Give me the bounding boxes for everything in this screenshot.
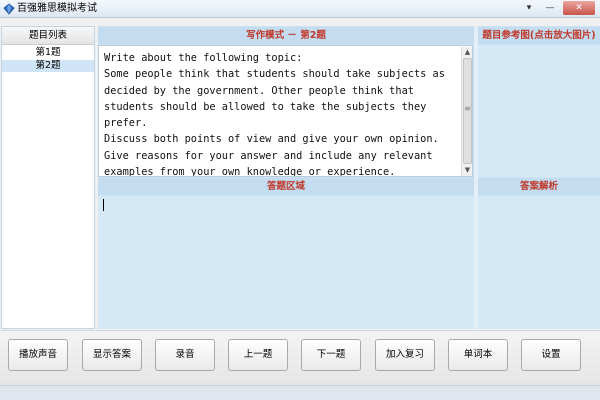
add-to-review-button[interactable]: 加入复习 <box>375 339 435 371</box>
answer-analysis-area <box>478 196 600 329</box>
close-button[interactable]: ✕ <box>563 1 595 15</box>
question-list-header: 题目列表 <box>2 27 94 45</box>
diamond-icon <box>3 3 15 15</box>
title-bar: 百强雅思模拟考试 ▾ — ✕ <box>0 0 600 18</box>
reference-image-header[interactable]: 题目参考图(点击放大图片) <box>478 27 600 44</box>
reference-image-area[interactable] <box>478 45 600 177</box>
next-question-button[interactable]: 下一题 <box>301 339 361 371</box>
writing-mode-header: 写作模式 － 第2题 <box>98 27 474 44</box>
answer-analysis-header: 答案解析 <box>478 178 600 195</box>
text-caret <box>103 199 104 211</box>
window-menu-button[interactable]: ▾ <box>519 1 539 15</box>
scroll-down-arrow-icon[interactable]: ▼ <box>462 165 472 175</box>
scroll-up-arrow-icon[interactable]: ▲ <box>462 47 472 57</box>
question-text-box[interactable]: Write about the following topic: Some pe… <box>98 45 473 177</box>
question-scrollbar[interactable]: ▲ ≡ ▼ <box>461 47 472 176</box>
play-sound-button[interactable]: 播放声音 <box>8 339 68 371</box>
scroll-thumb[interactable]: ≡ <box>463 58 472 164</box>
question-list-item-2[interactable]: 第2题 <box>2 60 94 72</box>
minimize-button[interactable]: — <box>540 1 560 15</box>
answer-input[interactable] <box>100 198 472 327</box>
answer-area-header: 答题区域 <box>98 178 474 195</box>
question-list-item-1[interactable]: 第1题 <box>2 47 94 59</box>
question-list-panel: 题目列表 第1题 第2题 <box>1 26 95 329</box>
question-text: Write about the following topic: Some pe… <box>104 52 445 177</box>
status-bar <box>0 385 600 400</box>
previous-question-button[interactable]: 上一题 <box>228 339 288 371</box>
settings-button[interactable]: 设置 <box>521 339 581 371</box>
record-button[interactable]: 录音 <box>155 339 215 371</box>
wordbook-button[interactable]: 单词本 <box>448 339 508 371</box>
window-title: 百强雅思模拟考试 <box>17 3 97 14</box>
grip-icon: ≡ <box>464 104 471 113</box>
show-answer-button[interactable]: 显示答案 <box>82 339 142 371</box>
